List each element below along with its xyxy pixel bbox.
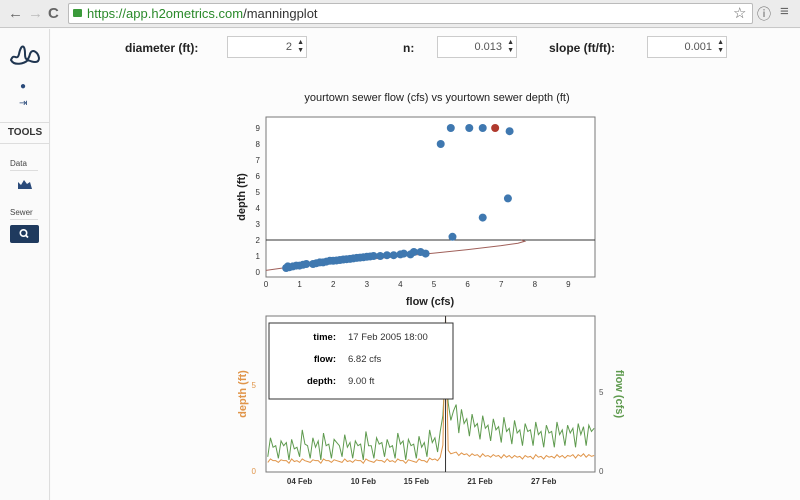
data-point: [505, 127, 514, 136]
tooltip-flow-label: flow:: [314, 354, 336, 365]
x-tick-label: 8: [533, 280, 538, 289]
y-tick-label: 9: [256, 124, 261, 133]
data-point: [389, 251, 398, 260]
data-point: [421, 249, 430, 258]
y-tick-label: 2: [256, 236, 261, 245]
right-tick-label: 5: [599, 388, 604, 397]
x-tick-label: 10 Feb: [351, 477, 376, 486]
x-tick-label: 2: [331, 280, 336, 289]
x-tick-label: 15 Feb: [404, 477, 429, 486]
tooltip-depth-label: depth:: [307, 376, 336, 387]
data-point: [503, 194, 512, 203]
y-tick-label: 4: [256, 204, 261, 213]
data-point: [448, 232, 457, 241]
scatter-x-label: flow (cfs): [406, 296, 455, 308]
ts-left-label: depth (ft): [237, 370, 249, 418]
charts: yourtown sewer flow (cfs) vs yourtown se…: [236, 92, 625, 486]
x-tick-label: 0: [264, 280, 269, 289]
tooltip-time-label: time:: [313, 332, 336, 343]
x-tick-label: 7: [499, 280, 504, 289]
x-tick-label: 21 Feb: [467, 477, 492, 486]
left-tick-label: 5: [252, 381, 257, 390]
tooltip-depth-value: 9.00 ft: [348, 376, 375, 387]
right-tick-label: 0: [599, 467, 604, 476]
data-point: [478, 124, 487, 132]
tooltip: time: 17 Feb 2005 18:00 flow: 6.82 cfs d…: [268, 322, 454, 400]
scatter-plot[interactable]: 0 1 2 3 4 5 6 7 8 9 0 1 2 3 4 5 6 7 8 9: [256, 116, 596, 289]
y-tick-label: 1: [256, 252, 261, 261]
data-point: [446, 124, 455, 132]
data-point: [436, 140, 445, 148]
y-tick-label: 8: [256, 140, 261, 149]
left-tick-label: 0: [252, 467, 257, 476]
y-tick-label: 6: [256, 172, 261, 181]
data-point: [465, 124, 474, 132]
data-point: [478, 213, 487, 222]
x-tick-label: 1: [297, 280, 302, 289]
y-tick-label: 7: [256, 156, 261, 165]
ts-right-label: flow (cfs): [613, 370, 625, 419]
scatter-title: yourtown sewer flow (cfs) vs yourtown se…: [304, 92, 569, 104]
data-point: [399, 249, 408, 258]
scatter-y-label: depth (ft): [236, 173, 248, 221]
x-tick-label: 27 Feb: [531, 477, 556, 486]
x-tick-label: 9: [566, 280, 571, 289]
tooltip-flow-value: 6.82 cfs: [348, 354, 382, 365]
x-tick-label: 3: [365, 280, 370, 289]
y-tick-label: 0: [256, 268, 261, 277]
x-tick-label: 4: [398, 280, 403, 289]
y-tick-label: 5: [256, 188, 261, 197]
y-tick-label: 3: [256, 220, 261, 229]
tooltip-time-value: 17 Feb 2005 18:00: [348, 332, 428, 343]
x-tick-label: 04 Feb: [287, 477, 312, 486]
data-point: [376, 252, 385, 260]
x-tick-label: 5: [432, 280, 437, 289]
highlighted-point: [491, 124, 500, 132]
x-tick-label: 6: [465, 280, 470, 289]
